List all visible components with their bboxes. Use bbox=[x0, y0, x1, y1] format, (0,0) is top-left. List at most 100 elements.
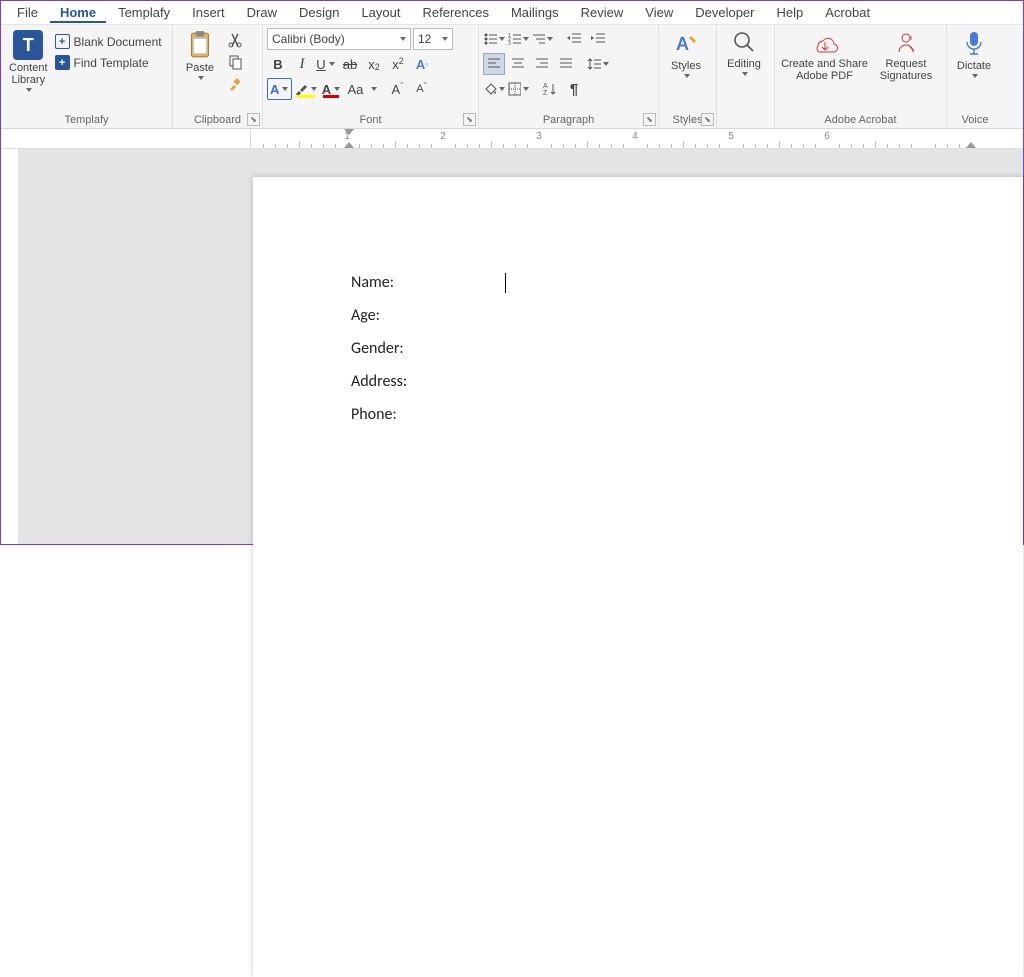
italic-button[interactable]: I bbox=[291, 53, 313, 75]
group-templafy: T Content Library + Blank Document bbox=[1, 25, 173, 128]
underline-button[interactable]: U bbox=[315, 53, 337, 75]
chevron-down-icon bbox=[972, 74, 978, 78]
ruler-number: 6 bbox=[824, 131, 830, 142]
doc-line[interactable]: Phone: bbox=[351, 405, 1023, 424]
right-indent-marker[interactable] bbox=[966, 142, 976, 148]
font-color-button[interactable]: A bbox=[320, 78, 342, 100]
bold-button[interactable]: B bbox=[267, 53, 289, 75]
align-right-button[interactable] bbox=[531, 53, 553, 75]
strikethrough-button[interactable]: ab bbox=[339, 53, 361, 75]
grow-font-button[interactable]: Aˆ bbox=[386, 78, 408, 100]
paragraph-dialog-launcher[interactable]: ⬊ bbox=[643, 113, 656, 126]
doc-line[interactable]: Gender: bbox=[351, 339, 1023, 358]
text-effects-button[interactable]: A▫ bbox=[411, 53, 433, 75]
align-center-button[interactable] bbox=[507, 53, 529, 75]
copy-button[interactable] bbox=[225, 52, 245, 72]
align-right-icon bbox=[534, 56, 550, 72]
menu-tabs: File Home Templafy Insert Draw Design La… bbox=[1, 1, 1023, 25]
paste-label: Paste bbox=[186, 62, 214, 74]
create-pdf-button[interactable]: Create and Share Adobe PDF bbox=[779, 28, 870, 84]
numbering-icon: 123 bbox=[507, 31, 521, 47]
doc-line[interactable]: Age: bbox=[351, 306, 1023, 325]
group-voice: Dictate Voice bbox=[947, 25, 1003, 128]
chevron-down-icon bbox=[26, 88, 32, 92]
svg-text:A: A bbox=[543, 83, 548, 90]
sort-icon: AZ bbox=[542, 81, 558, 97]
decrease-indent-button[interactable] bbox=[563, 28, 585, 50]
chevron-down-icon bbox=[198, 76, 204, 80]
justify-button[interactable] bbox=[555, 53, 577, 75]
ribbon: T Content Library + Blank Document bbox=[1, 25, 1023, 129]
font-style-button[interactable]: A bbox=[267, 78, 292, 100]
editing-label: Editing bbox=[727, 58, 761, 70]
request-signatures-button[interactable]: x Request Signatures bbox=[870, 28, 942, 84]
chevron-down-icon bbox=[499, 37, 505, 41]
doc-line[interactable]: Address: bbox=[351, 372, 1023, 391]
tab-templafy[interactable]: Templafy bbox=[108, 2, 180, 23]
clipboard-dialog-launcher[interactable]: ⬊ bbox=[247, 113, 260, 126]
outdent-icon bbox=[566, 31, 582, 47]
tab-home[interactable]: Home bbox=[50, 2, 106, 23]
tab-design[interactable]: Design bbox=[289, 2, 349, 23]
shading-button[interactable] bbox=[483, 78, 505, 100]
paste-button[interactable]: Paste bbox=[177, 28, 223, 82]
group-editing: Editing Editing bbox=[717, 25, 775, 128]
blank-document-label: Blank Document bbox=[74, 35, 162, 49]
editing-button[interactable]: Editing bbox=[721, 28, 767, 78]
show-marks-button[interactable]: ¶ bbox=[563, 78, 585, 100]
styles-button[interactable]: A Styles bbox=[663, 28, 709, 80]
tab-insert[interactable]: Insert bbox=[182, 2, 235, 23]
subscript-button[interactable]: x2 bbox=[363, 53, 385, 75]
cut-button[interactable] bbox=[225, 30, 245, 50]
format-painter-button[interactable] bbox=[225, 74, 245, 94]
tab-review[interactable]: Review bbox=[571, 2, 634, 23]
group-paragraph-label: Paragraph bbox=[483, 113, 654, 127]
hanging-indent-marker[interactable] bbox=[344, 142, 354, 148]
dictate-label: Dictate bbox=[957, 60, 991, 72]
doc-line[interactable]: Name: bbox=[351, 273, 1023, 292]
sort-button[interactable]: AZ bbox=[539, 78, 561, 100]
document-page[interactable]: Name: Age: Gender: Address: Phone: bbox=[253, 177, 1023, 977]
bullets-button[interactable] bbox=[483, 28, 505, 50]
borders-button[interactable] bbox=[507, 78, 529, 100]
find-template-button[interactable]: + Find Template bbox=[52, 53, 165, 72]
tab-layout[interactable]: Layout bbox=[351, 2, 410, 23]
tab-help[interactable]: Help bbox=[767, 2, 814, 23]
group-adobe: Create and Share Adobe PDF x Request Sig… bbox=[775, 25, 947, 128]
highlight-button[interactable] bbox=[294, 78, 318, 100]
ruler-number: 1 bbox=[344, 131, 350, 142]
ruler-number: 4 bbox=[632, 131, 638, 142]
tab-view[interactable]: View bbox=[635, 2, 683, 23]
tab-developer[interactable]: Developer bbox=[685, 2, 764, 23]
align-left-button[interactable] bbox=[483, 53, 505, 75]
tab-mailings[interactable]: Mailings bbox=[501, 2, 569, 23]
font-dialog-launcher[interactable]: ⬊ bbox=[463, 113, 476, 126]
styles-dialog-launcher[interactable]: ⬊ bbox=[701, 113, 714, 126]
tab-draw[interactable]: Draw bbox=[237, 2, 287, 23]
increase-indent-button[interactable] bbox=[587, 28, 609, 50]
line-spacing-button[interactable] bbox=[587, 53, 609, 75]
superscript-button[interactable]: x2 bbox=[387, 53, 409, 75]
tab-references[interactable]: References bbox=[412, 2, 498, 23]
blank-document-button[interactable]: + Blank Document bbox=[52, 32, 165, 51]
multilevel-list-button[interactable] bbox=[531, 28, 553, 50]
tab-acrobat[interactable]: Acrobat bbox=[815, 2, 880, 23]
multilevel-icon bbox=[531, 31, 545, 47]
horizontal-ruler[interactable]: 123456 bbox=[1, 129, 1023, 149]
text-cursor bbox=[505, 273, 506, 293]
vertical-ruler[interactable] bbox=[1, 149, 19, 544]
change-case-button[interactable]: Aa bbox=[344, 78, 366, 100]
group-adobe-label: Adobe Acrobat bbox=[779, 113, 942, 127]
numbering-button[interactable]: 123 bbox=[507, 28, 529, 50]
tab-file[interactable]: File bbox=[7, 2, 48, 23]
chevron-down-icon bbox=[282, 87, 288, 91]
content-library-button[interactable]: T Content Library bbox=[5, 28, 52, 94]
svg-text:3: 3 bbox=[508, 41, 511, 47]
chevron-down-icon bbox=[442, 37, 448, 41]
dictate-button[interactable]: Dictate bbox=[951, 28, 997, 80]
font-size-select[interactable]: 12 bbox=[413, 28, 453, 50]
indent-icon bbox=[590, 31, 606, 47]
font-name-select[interactable]: Calibri (Body) bbox=[267, 28, 411, 50]
font-name-value: Calibri (Body) bbox=[272, 32, 345, 46]
shrink-font-button[interactable]: Aˇ bbox=[410, 78, 432, 100]
